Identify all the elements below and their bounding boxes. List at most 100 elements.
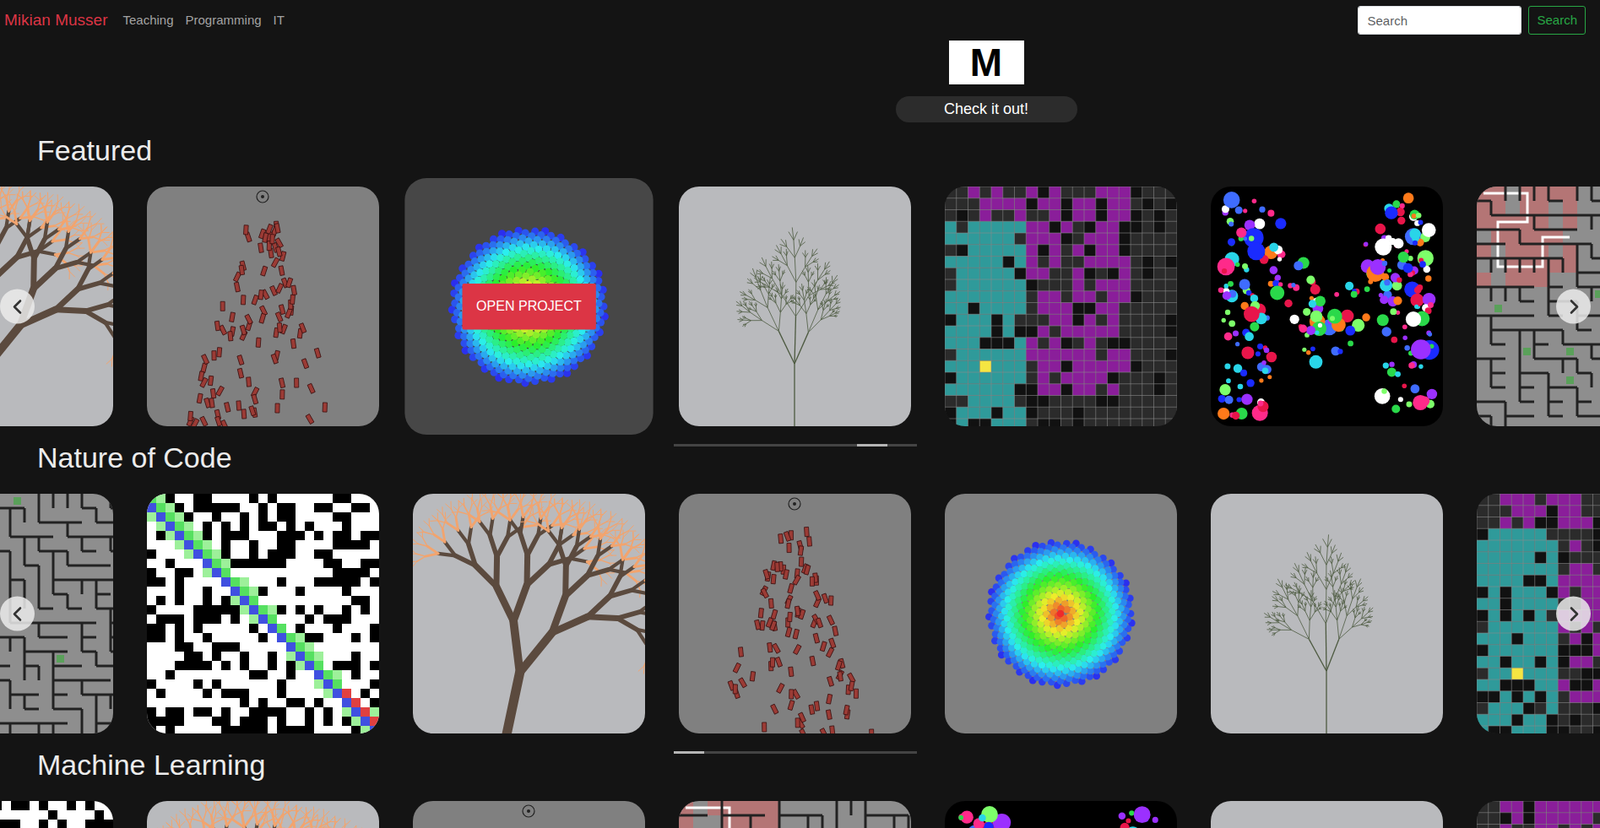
thumbnail-shape xyxy=(772,271,776,276)
thumbnail-shape xyxy=(1095,360,1108,373)
thumbnail-shape xyxy=(102,257,114,260)
thumbnail-shape xyxy=(944,209,1177,211)
thumbnail-shape xyxy=(1049,418,1062,427)
thumbnail-shape xyxy=(1518,287,1522,302)
thumbnail-shape xyxy=(1290,314,1300,325)
thumbnail-shape xyxy=(1107,291,1120,304)
project-tile[interactable] xyxy=(146,186,380,427)
thumbnail-shape xyxy=(258,290,264,300)
thumbnail-shape xyxy=(274,223,281,234)
thumbnail-shape xyxy=(797,296,800,301)
previous-button[interactable] xyxy=(0,289,35,325)
thumbnail-shape xyxy=(1476,286,1492,289)
project-tile[interactable] xyxy=(944,186,1177,427)
thumbnail-shape xyxy=(29,210,38,221)
thumbnail-shape xyxy=(1095,244,1108,257)
thumbnail-shape xyxy=(259,313,266,324)
thumbnail-shape xyxy=(1249,322,1259,332)
thumbnail-shape xyxy=(1534,257,1549,261)
thumbnail-shape xyxy=(771,292,773,298)
thumbnail-shape xyxy=(991,325,1004,338)
search-input[interactable] xyxy=(1357,5,1522,35)
thumbnail-shape xyxy=(262,233,269,244)
thumbnail-shape xyxy=(1130,210,1143,223)
thumbnail-shape xyxy=(101,232,109,234)
thumbnail-shape xyxy=(1049,210,1062,223)
project-tile[interactable]: OPEN PROJECT xyxy=(404,178,653,435)
thumbnail-shape xyxy=(1217,258,1236,277)
thumbnail-shape xyxy=(1408,362,1416,369)
thumbnail-shape xyxy=(1261,360,1267,366)
thumbnail-shape xyxy=(1003,198,1015,211)
thumbnail-shape xyxy=(832,309,836,313)
nav-link[interactable]: IT xyxy=(268,7,290,34)
thumbnail-shape xyxy=(802,252,805,257)
chevron-right-icon xyxy=(1565,298,1583,315)
nav-link[interactable]: Teaching xyxy=(117,7,179,34)
thumbnail-shape xyxy=(1534,214,1549,217)
project-tile[interactable] xyxy=(1210,186,1443,427)
scroll-track[interactable] xyxy=(673,444,917,447)
thumbnail-shape xyxy=(769,292,772,297)
search-button[interactable]: Search xyxy=(1528,5,1586,35)
thumbnail-shape xyxy=(39,193,41,201)
thumbnail-shape xyxy=(44,209,48,223)
thumbnail-shape xyxy=(1590,287,1594,302)
thumbnail-shape xyxy=(1072,303,1085,315)
thumbnail-shape xyxy=(1476,314,1492,318)
thumbnail-shape xyxy=(1391,404,1400,413)
thumbnail-shape xyxy=(16,194,23,200)
thumbnail-shape xyxy=(294,378,299,388)
thumbnail-shape xyxy=(54,262,77,269)
open-project-button[interactable]: OPEN PROJECT xyxy=(461,283,597,330)
thumbnail-shape xyxy=(805,253,809,258)
thumbnail-shape xyxy=(739,301,742,307)
thumbnail-shape xyxy=(1130,186,1132,427)
thumbnail-shape xyxy=(832,275,838,283)
thumbnail-shape xyxy=(1154,372,1167,385)
thumbnail-shape xyxy=(1003,221,1015,234)
thumbnail-shape xyxy=(1398,251,1410,263)
thumbnail-shape xyxy=(52,239,66,242)
thumbnail-shape xyxy=(210,388,216,399)
thumbnail-shape xyxy=(1577,243,1592,246)
brand-link[interactable]: Mikian Musser xyxy=(4,8,108,33)
thumbnail-shape xyxy=(1107,279,1120,292)
thumbnail-shape xyxy=(956,418,969,427)
thumbnail-shape xyxy=(1258,206,1265,213)
thumbnail-shape xyxy=(1072,325,1085,338)
thumbnail-shape xyxy=(1003,233,1015,245)
thumbnail-shape xyxy=(775,255,779,261)
thumbnail-shape xyxy=(768,297,772,300)
thumbnail-shape xyxy=(1037,360,1050,373)
project-tile[interactable] xyxy=(678,186,912,427)
thumbnail-shape xyxy=(90,222,92,231)
thumbnail-shape xyxy=(1412,395,1428,411)
thumbnail-shape xyxy=(1248,235,1254,241)
next-button[interactable] xyxy=(1556,289,1591,325)
thumbnail-shape xyxy=(1518,330,1522,345)
thumbnail-shape xyxy=(238,265,245,276)
thumbnail-shape xyxy=(1154,221,1167,234)
thumbnail-shape xyxy=(1025,186,1038,199)
thumbnail-shape xyxy=(1014,384,1027,396)
thumbnail-shape xyxy=(80,237,93,239)
thumbnail-shape xyxy=(760,290,768,309)
thumbnail-shape xyxy=(1003,372,1015,385)
thumbnail-shape xyxy=(742,324,746,327)
scroll-thumb[interactable] xyxy=(856,444,888,447)
thumbnail-shape xyxy=(1576,258,1579,273)
thumbnail-shape xyxy=(1084,221,1096,234)
nav-link[interactable]: Programming xyxy=(180,7,267,34)
thumbnail-shape xyxy=(944,383,1177,385)
thumbnail-shape xyxy=(785,291,789,293)
thumbnail-shape xyxy=(1533,186,1536,201)
thumbnail-shape xyxy=(1505,228,1520,232)
thumbnail-shape xyxy=(834,315,838,317)
thumbnail-shape xyxy=(1049,384,1062,396)
thumbnail-shape xyxy=(1107,198,1120,211)
check-it-out-button[interactable]: Check it out! xyxy=(895,96,1078,123)
thumbnail-shape xyxy=(1130,291,1143,304)
thumbnail-shape xyxy=(1107,337,1120,350)
thumbnail-shape xyxy=(944,303,957,315)
